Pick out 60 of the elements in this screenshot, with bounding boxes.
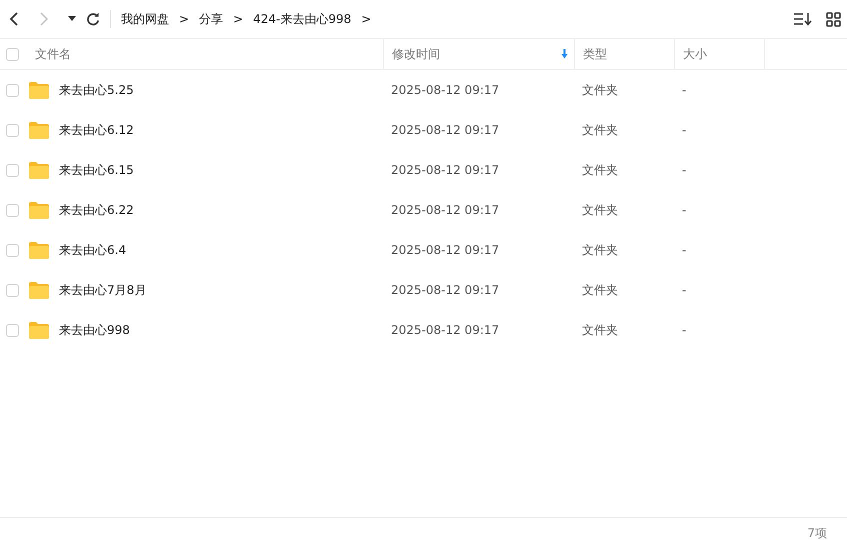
checkbox[interactable]	[6, 124, 19, 136]
file-size: -	[682, 323, 686, 337]
file-size: -	[682, 163, 686, 177]
sort-down-icon	[561, 49, 568, 59]
file-name[interactable]: 来去由心5.25	[59, 82, 134, 98]
grid-view-icon[interactable]	[826, 12, 841, 26]
folder-icon	[28, 240, 50, 260]
file-name[interactable]: 来去由心6.15	[59, 162, 134, 178]
breadcrumb-separator: >	[179, 12, 190, 26]
breadcrumb-link[interactable]: 分享	[199, 10, 224, 28]
breadcrumb-separator: >	[361, 12, 372, 26]
item-count: 7项	[807, 524, 827, 542]
file-type: 文件夹	[582, 242, 618, 258]
folder-icon	[28, 320, 50, 340]
file-name[interactable]: 来去由心6.12	[59, 122, 134, 138]
modified-time: 2025-08-12 09:17	[391, 83, 500, 97]
refresh-icon[interactable]	[86, 12, 100, 26]
back-icon[interactable]	[8, 11, 20, 27]
file-type: 文件夹	[582, 122, 618, 138]
checkbox[interactable]	[6, 84, 19, 96]
file-size: -	[682, 123, 686, 137]
folder-icon	[28, 160, 50, 180]
checkbox[interactable]	[6, 284, 19, 296]
modified-time: 2025-08-12 09:17	[391, 243, 500, 257]
file-type: 文件夹	[582, 282, 618, 298]
checkbox[interactable]	[6, 324, 19, 336]
checkbox[interactable]	[6, 244, 19, 256]
folder-icon	[28, 200, 50, 220]
checkbox[interactable]	[6, 204, 19, 216]
modified-time: 2025-08-12 09:17	[391, 123, 500, 137]
column-header[interactable]: 文件名	[26, 39, 383, 69]
file-size: -	[682, 283, 686, 297]
modified-time: 2025-08-12 09:17	[391, 163, 500, 177]
breadcrumb-link[interactable]: 我的网盘	[121, 10, 169, 28]
folder-icon	[28, 280, 50, 300]
breadcrumb-separator: >	[233, 12, 244, 26]
modified-time: 2025-08-12 09:17	[391, 323, 500, 337]
file-size: -	[682, 203, 686, 217]
dropdown-icon[interactable]	[68, 16, 76, 22]
file-name[interactable]: 来去由心6.4	[59, 242, 126, 258]
folder-icon	[28, 120, 50, 140]
checkbox[interactable]	[6, 48, 19, 60]
modified-time: 2025-08-12 09:17	[391, 203, 500, 217]
sort-icon[interactable]	[794, 12, 812, 26]
column-header[interactable]: 类型	[574, 39, 674, 69]
breadcrumb-link[interactable]: 424-来去由心998	[253, 10, 352, 28]
file-type: 文件夹	[582, 82, 618, 98]
checkbox[interactable]	[6, 164, 19, 176]
folder-icon	[28, 80, 50, 100]
file-type: 文件夹	[582, 162, 618, 178]
file-type: 文件夹	[582, 202, 618, 218]
file-size: -	[682, 243, 686, 257]
file-size: -	[682, 83, 686, 97]
column-header[interactable]: 修改时间	[383, 39, 574, 69]
modified-time: 2025-08-12 09:17	[391, 283, 500, 297]
column-header[interactable]: 大小	[674, 39, 764, 69]
file-type: 文件夹	[582, 322, 618, 338]
file-name[interactable]: 来去由心998	[59, 322, 130, 338]
file-name[interactable]: 来去由心7月8月	[59, 282, 146, 298]
file-name[interactable]: 来去由心6.22	[59, 202, 134, 218]
